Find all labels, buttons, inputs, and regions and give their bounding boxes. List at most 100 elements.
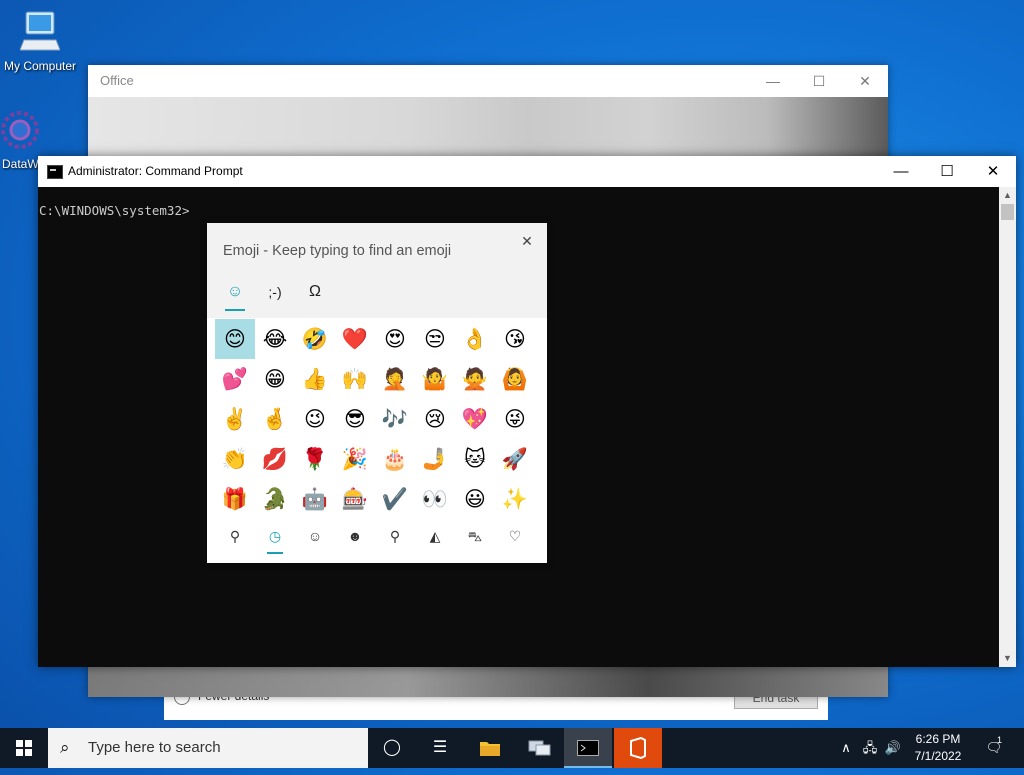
emoji-cell[interactable]: 👏 xyxy=(215,439,255,479)
emoji-grid: 😊 😂 🤣 ❤️ 😍 😒 👌 😘 💕 😁 👍 🙌 🤦 🤷 🙅 🙆 ✌️ 🤞 😉 😎 🎶 😢 💖 😜 👏 💋 🌹 🎉 🎂 🤳 🐱 🚀 🎁 🐊 🤖 🎰 ✔️… xyxy=(215,319,539,519)
kaomoji-tab-icon[interactable]: ;-) xyxy=(262,279,288,305)
emoji-cell[interactable]: 🤣 xyxy=(295,319,335,359)
cmd-titlebar[interactable]: Administrator: Command Prompt — ☐ ✕ xyxy=(38,156,1016,187)
emoji-cell[interactable]: 🐱 xyxy=(455,439,495,479)
people-icon[interactable]: ☻ xyxy=(335,521,375,551)
search-icon[interactable]: ⚲ xyxy=(215,521,255,551)
computer-icon xyxy=(19,11,61,51)
show-hidden-icons-button[interactable]: ∧ xyxy=(836,728,856,768)
emoji-cell[interactable]: 💖 xyxy=(455,399,495,439)
prompt-line: C:\WINDOWS\system32> xyxy=(39,203,190,218)
scroll-thumb[interactable] xyxy=(1001,204,1014,220)
emoji-cell[interactable]: 🎶 xyxy=(375,399,415,439)
emoji-cell[interactable]: 💋 xyxy=(255,439,295,479)
emoji-cell[interactable]: 😊 xyxy=(215,319,255,359)
emoji-cell[interactable]: 🤷 xyxy=(415,359,455,399)
maximize-button[interactable]: ☐ xyxy=(924,156,970,187)
smiley-tab-icon[interactable]: ☺ xyxy=(222,279,248,311)
emoji-panel-header: Emoji - Keep typing to find an emoji ✕ ☺… xyxy=(207,223,547,318)
folder-icon xyxy=(480,742,500,756)
emoji-cell[interactable]: 🎉 xyxy=(335,439,375,479)
clock-date: 7/1/2022 xyxy=(914,749,962,763)
emoji-category-bar: ⚲ ◷ ☺ ☻ ⚲ ◭ ⛍ ♡ xyxy=(215,521,539,561)
network-icon[interactable]: 🖧 xyxy=(858,728,882,768)
symbols-tab-icon[interactable]: Ω xyxy=(302,279,328,305)
notification-count: 1 xyxy=(997,735,1003,745)
emoji-cell[interactable]: 🙆 xyxy=(495,359,535,399)
desktop-icon-label: My Computer xyxy=(3,59,77,73)
emoji-cell[interactable]: ❤️ xyxy=(335,319,375,359)
emoji-cell[interactable]: 🤳 xyxy=(415,439,455,479)
minimize-button[interactable]: — xyxy=(750,65,796,97)
emoji-panel: Emoji - Keep typing to find an emoji ✕ ☺… xyxy=(207,223,547,563)
emoji-cell[interactable]: ✔️ xyxy=(375,479,415,519)
search-placeholder: Type here to search xyxy=(88,739,221,756)
office-taskbar-button[interactable] xyxy=(614,728,662,768)
window-title: Office xyxy=(100,73,134,88)
emoji-cell[interactable]: 🌹 xyxy=(295,439,335,479)
scroll-down-icon[interactable]: ▼ xyxy=(999,650,1016,667)
start-button[interactable] xyxy=(0,728,48,768)
cortana-button[interactable]: ◯ xyxy=(368,728,416,768)
pizza-icon[interactable]: ◭ xyxy=(415,521,455,551)
gear-app-icon xyxy=(1,111,39,149)
balloon-icon[interactable]: ⚲ xyxy=(375,521,415,551)
emoji-search-prompt: Emoji - Keep typing to find an emoji xyxy=(223,243,452,259)
emoji-cell[interactable]: 😁 xyxy=(255,359,295,399)
emoji-cell[interactable]: 🤦 xyxy=(375,359,415,399)
emoji-cell[interactable]: 👀 xyxy=(415,479,455,519)
close-icon[interactable]: ✕ xyxy=(517,231,537,251)
vertical-scrollbar[interactable]: ▲ ▼ xyxy=(999,187,1016,667)
emoji-cell[interactable]: 🙌 xyxy=(335,359,375,399)
emoji-cell[interactable]: 🎁 xyxy=(215,479,255,519)
console-icon xyxy=(47,165,63,179)
emoji-cell[interactable]: 😎 xyxy=(335,399,375,439)
emoji-cell[interactable]: 🎂 xyxy=(375,439,415,479)
scroll-up-icon[interactable]: ▲ xyxy=(999,187,1016,204)
emoji-cell[interactable]: 👍 xyxy=(295,359,335,399)
system-clock[interactable]: 6:26 PM 7/1/2022 xyxy=(903,731,973,765)
emoji-cell[interactable]: 😍 xyxy=(375,319,415,359)
emoji-cell[interactable]: 💕 xyxy=(215,359,255,399)
task-view-button[interactable]: ☰ xyxy=(416,728,464,768)
emoji-cell[interactable]: 👌 xyxy=(455,319,495,359)
volume-icon[interactable]: 🔊 xyxy=(882,728,904,768)
taskbar-search-box[interactable]: ⌕ Type here to search xyxy=(48,728,368,768)
emoji-cell[interactable]: 😒 xyxy=(415,319,455,359)
close-button[interactable]: ✕ xyxy=(970,156,1016,187)
command-prompt-taskbar-button[interactable] xyxy=(564,728,612,768)
recent-clock-icon[interactable]: ◷ xyxy=(255,521,295,554)
office-logo-icon xyxy=(630,736,646,760)
emoji-cell[interactable]: 😘 xyxy=(495,319,535,359)
clock-time: 6:26 PM xyxy=(915,732,961,746)
monitors-icon xyxy=(528,740,551,756)
emoji-cell[interactable]: 🐊 xyxy=(255,479,295,519)
desktop-icon-my-computer[interactable]: My Computer xyxy=(0,10,80,73)
emoji-cell[interactable]: 😃 xyxy=(455,479,495,519)
emoji-cell[interactable]: 😜 xyxy=(495,399,535,439)
emoji-cell[interactable]: 🚀 xyxy=(495,439,535,479)
emoji-cell[interactable]: 😂 xyxy=(255,319,295,359)
taskbar: ⌕ Type here to search ◯ ☰ ∧ 🖧 🔊 6:26 PM … xyxy=(0,728,1024,768)
minimize-button[interactable]: — xyxy=(878,156,924,187)
maximize-button[interactable]: ☐ xyxy=(796,65,842,97)
remote-desktop-button[interactable] xyxy=(516,728,564,768)
file-explorer-button[interactable] xyxy=(466,728,514,768)
emoji-cell[interactable]: ✌️ xyxy=(215,399,255,439)
search-icon: ⌕ xyxy=(60,738,70,757)
close-button[interactable]: ✕ xyxy=(842,65,888,97)
emoji-cell[interactable]: 😉 xyxy=(295,399,335,439)
emoji-cell[interactable]: 🤞 xyxy=(255,399,295,439)
emoji-cell[interactable]: 🙅 xyxy=(455,359,495,399)
emoji-cell[interactable]: 🎰 xyxy=(335,479,375,519)
car-icon[interactable]: ⛍ xyxy=(455,521,495,551)
office-titlebar[interactable]: Office — ☐ ✕ xyxy=(88,65,888,97)
heart-icon[interactable]: ♡ xyxy=(495,521,535,551)
emoji-cell[interactable]: 🤖 xyxy=(295,479,335,519)
console-icon xyxy=(577,740,599,756)
smiley-faces-icon[interactable]: ☺ xyxy=(295,521,335,551)
window-title: Administrator: Command Prompt xyxy=(68,164,243,178)
notification-center-button[interactable]: 🗨 1 xyxy=(980,728,1008,768)
emoji-cell[interactable]: ✨ xyxy=(495,479,535,519)
emoji-cell[interactable]: 😢 xyxy=(415,399,455,439)
